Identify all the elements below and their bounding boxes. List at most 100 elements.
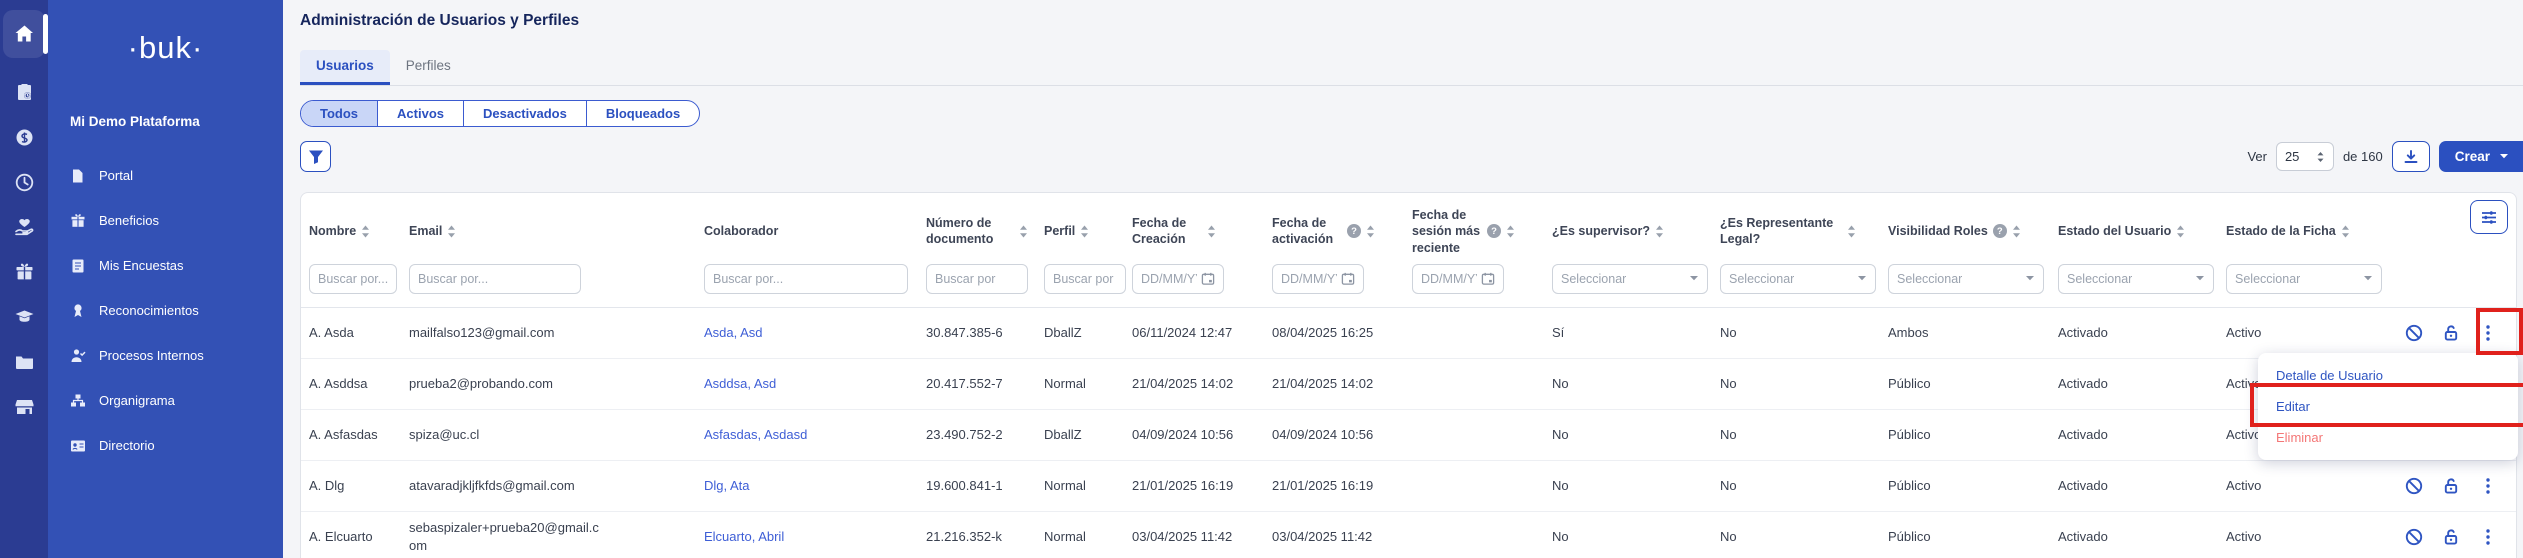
select-estado-ficha[interactable]: Seleccionar [2226, 264, 2382, 294]
block-icon[interactable] [2404, 323, 2424, 343]
sort-icon[interactable] [1366, 225, 1375, 238]
sidebar-item-label: Organigrama [99, 393, 175, 408]
sort-icon[interactable] [1207, 225, 1216, 238]
search-colaborador-input[interactable] [704, 264, 908, 294]
help-icon[interactable]: ? [1487, 224, 1501, 238]
colaborador-link[interactable]: Asda, Asd [704, 325, 763, 340]
cell-estado-usuario: Activado [2050, 409, 2218, 460]
select-estado-usuario[interactable]: Seleccionar [2058, 264, 2214, 294]
folder-icon[interactable] [14, 352, 35, 373]
col-perfil: Perfil [1044, 223, 1075, 239]
sort-icon[interactable] [2012, 225, 2021, 238]
header-row: Nombre Email Colaborador Número de docum… [301, 193, 2516, 260]
sidebar-item-mis-encuestas[interactable]: Mis Encuestas [48, 243, 283, 288]
sort-icon[interactable] [2341, 225, 2350, 238]
users-table-card: Nombre Email Colaborador Número de docum… [300, 192, 2517, 558]
store-icon[interactable] [14, 397, 35, 418]
ver-label: Ver [2247, 149, 2267, 164]
sliders-icon [2480, 208, 2498, 226]
unlock-icon[interactable] [2441, 323, 2461, 343]
cell-supervisor: Sí [1544, 307, 1712, 358]
icon-rail [0, 0, 48, 558]
sort-icon[interactable] [1847, 225, 1856, 238]
menu-item-detalle-usuario[interactable]: Detalle de Usuario [2258, 360, 2518, 391]
filter-button[interactable] [300, 141, 331, 172]
colaborador-link[interactable]: Elcuarto, Abril [704, 529, 784, 544]
hand-heart-icon[interactable] [14, 217, 35, 238]
org-chart-icon [70, 393, 86, 409]
cell-estado-usuario: Activado [2050, 460, 2218, 511]
sort-icon[interactable] [1655, 225, 1664, 238]
sidebar-item-organigrama[interactable]: Organigrama [48, 378, 283, 423]
home-icon [14, 24, 35, 45]
cell-nombre: A. Asfasdas [301, 409, 401, 460]
menu-item-editar[interactable]: Editar [2258, 391, 2518, 422]
rail-item-home[interactable] [3, 10, 45, 58]
kebab-icon[interactable] [2478, 476, 2498, 496]
gift-icon[interactable] [14, 262, 35, 283]
sidebar-item-label: Directorio [99, 438, 155, 453]
money-icon[interactable] [14, 127, 35, 148]
download-button[interactable] [2392, 141, 2430, 172]
colaborador-link[interactable]: Asddsa, Asd [704, 376, 776, 391]
cell-documento: 23.490.752-2 [918, 409, 1036, 460]
select-representante[interactable]: Seleccionar [1720, 264, 1876, 294]
unlock-icon[interactable] [2441, 527, 2461, 547]
search-nombre-input[interactable] [309, 264, 397, 294]
chevron-down-icon [2363, 275, 2373, 282]
page-size-value: 25 [2285, 149, 2299, 164]
pill-activos[interactable]: Activos [377, 101, 463, 126]
calendar-icon [1481, 271, 1495, 286]
unlock-icon[interactable] [2441, 476, 2461, 496]
sidebar-item-directorio[interactable]: Directorio [48, 423, 283, 468]
table-controls: Ver 25 de 160 Crear [300, 141, 2523, 172]
block-icon[interactable] [2404, 476, 2424, 496]
kebab-icon[interactable] [2478, 323, 2498, 343]
cell-email: sebaspizaler+prueba20@gmail.com [401, 511, 696, 558]
help-icon[interactable]: ? [1993, 224, 2007, 238]
sort-icon[interactable] [1506, 225, 1515, 238]
sort-icon[interactable] [361, 225, 370, 238]
search-perfil-input[interactable] [1044, 264, 1126, 294]
sidebar-item-beneficios[interactable]: Beneficios [48, 198, 283, 243]
tab-bar: Usuarios Perfiles [300, 50, 2523, 86]
select-visibilidad[interactable]: Seleccionar [1888, 264, 2044, 294]
search-email-input[interactable] [409, 264, 581, 294]
crear-button[interactable]: Crear [2439, 141, 2523, 172]
sidebar-item-procesos-internos[interactable]: Procesos Internos [48, 333, 283, 378]
pill-bloqueados[interactable]: Bloqueados [586, 101, 699, 126]
col-nombre: Nombre [309, 223, 356, 239]
tab-usuarios[interactable]: Usuarios [300, 50, 390, 85]
calendar-icon [1201, 271, 1215, 286]
sort-icon[interactable] [447, 225, 456, 238]
sort-icon[interactable] [2176, 225, 2185, 238]
sidebar-item-portal[interactable]: Portal [48, 153, 283, 198]
tab-perfiles[interactable]: Perfiles [390, 50, 467, 85]
help-icon[interactable]: ? [1347, 224, 1361, 238]
col-activacion: Fecha de activación [1272, 215, 1342, 248]
pill-todos[interactable]: Todos [301, 101, 377, 126]
colaborador-link[interactable]: Dlg, Ata [704, 478, 750, 493]
select-supervisor[interactable]: Seleccionar [1552, 264, 1708, 294]
colaborador-link[interactable]: Asfasdas, Asdasd [704, 427, 807, 442]
clipboard-clock-icon[interactable] [14, 82, 35, 103]
graduation-cap-icon[interactable] [14, 307, 35, 328]
block-icon[interactable] [2404, 527, 2424, 547]
sort-icon[interactable] [1019, 225, 1028, 238]
sort-icon[interactable] [1080, 225, 1089, 238]
date-creacion-input[interactable]: DD/MM/YYYY [1132, 264, 1224, 294]
column-settings-button[interactable] [2470, 200, 2508, 234]
col-visibilidad: Visibilidad Roles [1888, 223, 1988, 239]
menu-item-eliminar[interactable]: Eliminar [2258, 422, 2518, 453]
filter-row: DD/MM/YYYY DD/MM/YYYY DD/MM/YYYY Selecci… [301, 260, 2516, 308]
page-size-select[interactable]: 25 [2276, 142, 2334, 171]
clock-icon[interactable] [14, 172, 35, 193]
cell-representante: No [1712, 511, 1880, 558]
pill-desactivados[interactable]: Desactivados [463, 101, 586, 126]
sidebar-item-label: Beneficios [99, 213, 159, 228]
search-documento-input[interactable] [926, 264, 1028, 294]
kebab-icon[interactable] [2478, 527, 2498, 547]
sidebar-item-reconocimientos[interactable]: Reconocimientos [48, 288, 283, 333]
date-activacion-input[interactable]: DD/MM/YYYY [1272, 264, 1364, 294]
date-sesion-input[interactable]: DD/MM/YYYY [1412, 264, 1504, 294]
